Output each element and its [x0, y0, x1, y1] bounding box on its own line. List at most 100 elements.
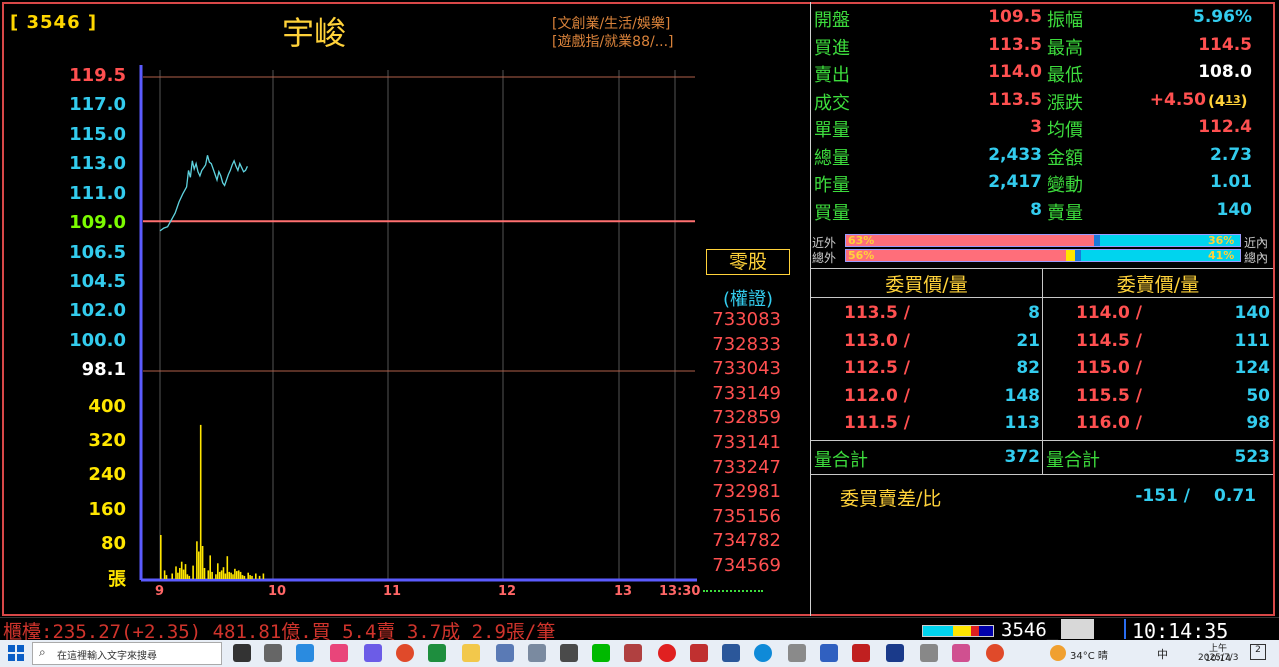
input-language[interactable]: 中: [1157, 646, 1168, 662]
quote-label: 買量: [814, 202, 850, 224]
volume-tick-label: 400: [88, 396, 126, 417]
warrant-code[interactable]: 733247: [703, 457, 781, 478]
timeline-extension: [703, 590, 763, 592]
warrant-code[interactable]: 734782: [703, 530, 781, 551]
line-icon[interactable]: [592, 644, 610, 662]
ask-volume[interactable]: 98: [1190, 413, 1270, 433]
quote-value: 2,433: [988, 144, 1042, 165]
warrants-label[interactable]: (權證): [706, 285, 790, 311]
word-icon[interactable]: [722, 644, 740, 662]
folder-icon[interactable]: [462, 644, 480, 662]
ask-header: 委賣價/量: [1116, 274, 1200, 296]
ask-volume[interactable]: 140: [1190, 303, 1271, 323]
warrant-code[interactable]: 733083: [703, 309, 781, 330]
volume-bar: [203, 568, 206, 579]
warrant-code[interactable]: 733149: [703, 383, 781, 404]
excel-icon[interactable]: [428, 644, 446, 662]
ask-price[interactable]: 115.5 /: [1076, 386, 1166, 406]
app-icon[interactable]: [233, 644, 251, 662]
app-icon[interactable]: [788, 644, 806, 662]
volume-tick-label: 240: [88, 464, 126, 485]
app-icon[interactable]: [330, 644, 348, 662]
volume-bar: [258, 575, 261, 579]
warrant-code[interactable]: 733043: [703, 358, 781, 379]
ask-volume[interactable]: 124: [1190, 358, 1271, 378]
app-icon[interactable]: [886, 644, 904, 662]
bid-volume[interactable]: 148: [960, 386, 1041, 406]
quote-value: 113.5: [988, 34, 1042, 55]
warrant-code[interactable]: 734569: [703, 555, 781, 576]
app-icon[interactable]: [690, 644, 708, 662]
app-icon[interactable]: [920, 644, 938, 662]
volume-bar: [241, 575, 244, 579]
volume-unit-label: 張: [108, 569, 126, 590]
warrant-code[interactable]: 732859: [703, 407, 781, 428]
volume-bar: [222, 567, 225, 579]
app-icon[interactable]: [264, 644, 282, 662]
bid-volume[interactable]: 113: [960, 413, 1041, 433]
price-tick-label: 98.1: [81, 359, 126, 380]
warrant-code[interactable]: 732981: [703, 481, 781, 502]
bid-price[interactable]: 112.5 /: [844, 358, 934, 378]
app-icon[interactable]: [496, 644, 514, 662]
telegram-icon[interactable]: [296, 644, 314, 662]
ask-price[interactable]: 114.5 /: [1076, 331, 1166, 351]
bid-price[interactable]: 112.0 /: [844, 386, 934, 406]
bid-volume[interactable]: 82: [960, 358, 1040, 378]
weather-text[interactable]: 34°C 晴: [1070, 647, 1108, 662]
quote-label: 賣出: [814, 65, 850, 86]
time-tick-label: 9: [155, 584, 165, 599]
windows-start-icon[interactable]: [8, 645, 24, 661]
search-icon: ⌕: [39, 645, 46, 659]
bid-price[interactable]: 113.0 /: [844, 331, 934, 351]
price-tick-label: 106.5: [69, 242, 126, 263]
order-diff-value: -151 /: [1135, 486, 1190, 506]
app-icon[interactable]: [952, 644, 970, 662]
stock-code-input-box[interactable]: 3546_: [998, 619, 1094, 641]
warrant-code[interactable]: 733141: [703, 432, 781, 453]
volume-bar: [249, 575, 251, 579]
chrome-icon[interactable]: [396, 644, 414, 662]
volume-bar: [239, 571, 242, 579]
category-line-1: [文創業/生活/娛樂]: [552, 16, 671, 32]
warrant-code[interactable]: 735156: [703, 506, 781, 527]
quote-value: 114.0: [988, 62, 1042, 82]
bid-price[interactable]: 113.5 /: [844, 303, 934, 323]
quote-value: 1.01: [1210, 172, 1252, 192]
price-tick-label: 109.0: [69, 212, 126, 233]
ask-price[interactable]: 116.0 /: [1076, 413, 1166, 433]
near-ratio-bar: [845, 234, 1241, 247]
ask-price[interactable]: 114.0 /: [1076, 303, 1166, 323]
stock-code-input[interactable]: 3546_: [998, 619, 1062, 641]
ask-volume[interactable]: 50: [1190, 386, 1270, 406]
bid-volume[interactable]: 8: [960, 303, 1040, 323]
volume-bar: [192, 565, 194, 579]
volume-bar: [179, 568, 181, 579]
app-icon[interactable]: [364, 644, 382, 662]
weather-icon[interactable]: [1050, 645, 1066, 661]
app-icon[interactable]: [852, 644, 870, 662]
ask-volume[interactable]: 111: [1190, 331, 1271, 351]
taskbar-date[interactable]: 2025/7/3: [1198, 653, 1238, 663]
taskbar-search-box[interactable]: ⌕ 在這裡輸入文字來搜尋: [32, 642, 222, 665]
edge-icon[interactable]: [754, 644, 772, 662]
bid-volume[interactable]: 21: [960, 331, 1040, 351]
app-icon[interactable]: [528, 644, 546, 662]
warrant-code[interactable]: 732833: [703, 334, 781, 355]
app-icon[interactable]: [560, 644, 578, 662]
quote-value: +4.50: [1149, 89, 1206, 110]
quote-value: 112.4: [1198, 117, 1252, 137]
notification-icon[interactable]: 2: [1250, 644, 1266, 660]
time-tick-label: 12: [498, 584, 517, 599]
ask-price[interactable]: 115.0 /: [1076, 358, 1166, 378]
volume-bar: [247, 572, 249, 579]
bid-price[interactable]: 111.5 /: [844, 413, 934, 433]
ask-total-label: 量合計: [1046, 450, 1100, 471]
odd-lot-button[interactable]: 零股: [706, 249, 790, 275]
app-icon[interactable]: [658, 644, 676, 662]
app-icon[interactable]: [624, 644, 642, 662]
quote-value: 114.5: [1198, 34, 1252, 55]
app-icon[interactable]: [820, 644, 838, 662]
chrome-icon[interactable]: [986, 644, 1004, 662]
quote-label: 最高: [1047, 37, 1083, 59]
